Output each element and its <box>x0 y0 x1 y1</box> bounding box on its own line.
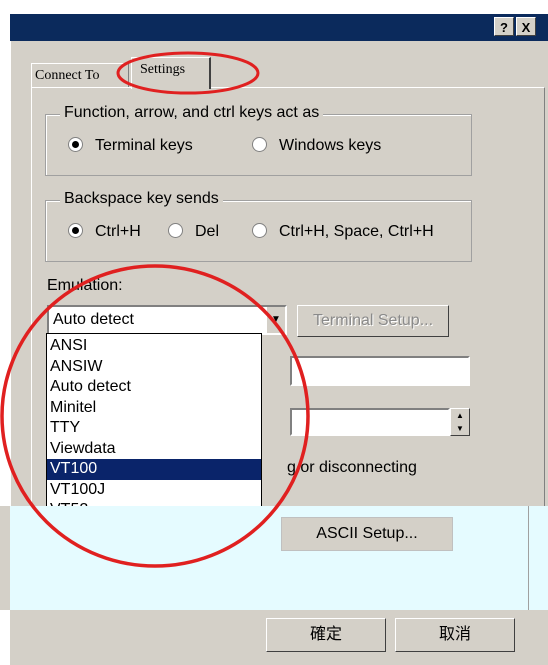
dropdown-option-ansi[interactable]: ANSI <box>47 336 261 357</box>
keys-group: Function, arrow, and ctrl keys act as Te… <box>45 104 472 176</box>
tab-connect-to[interactable]: Connect To <box>31 63 129 87</box>
radio-off-icon <box>168 223 183 238</box>
dropdown-option-ansiw[interactable]: ANSIW <box>47 357 261 378</box>
terminal-setup-button[interactable]: Terminal Setup... <box>297 305 449 337</box>
backspace-group: Backspace key sends Ctrl+H Del Ctrl+H, S… <box>45 190 472 262</box>
backspace-group-legend: Backspace key sends <box>60 190 223 208</box>
emulation-combo[interactable]: Auto detect ▼ <box>47 305 287 335</box>
ctrl-h-space-radio[interactable]: Ctrl+H, Space, Ctrl+H <box>252 223 434 241</box>
dropdown-option-vt100[interactable]: VT100 <box>47 459 261 480</box>
title-bar: ? X <box>10 14 548 41</box>
dropdown-option-auto-detect[interactable]: Auto detect <box>47 377 261 398</box>
ok-button[interactable]: 確定 <box>266 618 386 652</box>
radio-label: Ctrl+H <box>95 223 141 240</box>
del-radio[interactable]: Del <box>168 223 219 241</box>
radio-off-icon <box>252 223 267 238</box>
radio-label: Terminal keys <box>95 137 193 154</box>
dropdown-option-minitel[interactable]: Minitel <box>47 398 261 419</box>
help-button[interactable]: ? <box>494 17 514 36</box>
close-button[interactable]: X <box>516 17 536 36</box>
ctrl-h-radio[interactable]: Ctrl+H <box>68 223 141 241</box>
dropdown-option-tty[interactable]: TTY <box>47 418 261 439</box>
keys-group-legend: Function, arrow, and ctrl keys act as <box>60 104 324 122</box>
radio-off-icon <box>252 137 267 152</box>
beep-option-text: g or disconnecting <box>287 459 417 476</box>
radio-label: Del <box>195 223 220 240</box>
button-bar: 確定 取消 <box>10 610 548 665</box>
right-edge <box>528 506 529 610</box>
spinner-arrows-icon[interactable]: ▲ ▼ <box>450 408 470 436</box>
radio-on-icon <box>68 223 83 238</box>
cancel-button[interactable]: 取消 <box>395 618 515 652</box>
dropdown-option-viewdata[interactable]: Viewdata <box>47 439 261 460</box>
emulation-dropdown-list: ANSI ANSIW Auto detect Minitel TTY Viewd… <box>46 333 262 523</box>
emulation-label: Emulation: <box>47 277 123 294</box>
tab-settings[interactable]: Settings <box>131 57 211 89</box>
windows-keys-radio[interactable]: Windows keys <box>252 137 381 155</box>
radio-label: Ctrl+H, Space, Ctrl+H <box>279 223 434 240</box>
dropdown-option-vt100j[interactable]: VT100J <box>47 480 261 501</box>
lower-panel-area <box>0 506 548 610</box>
emulation-selected: Auto detect <box>53 311 134 328</box>
terminal-keys-radio[interactable]: Terminal keys <box>68 137 193 155</box>
chevron-down-icon[interactable]: ▼ <box>266 307 285 333</box>
radio-on-icon <box>68 137 83 152</box>
backscroll-buffer-field[interactable] <box>290 408 450 436</box>
left-edge <box>0 506 10 610</box>
ascii-setup-button[interactable]: ASCII Setup... <box>281 517 453 551</box>
radio-label: Windows keys <box>279 137 382 154</box>
telnet-terminal-id-field[interactable] <box>290 356 470 386</box>
